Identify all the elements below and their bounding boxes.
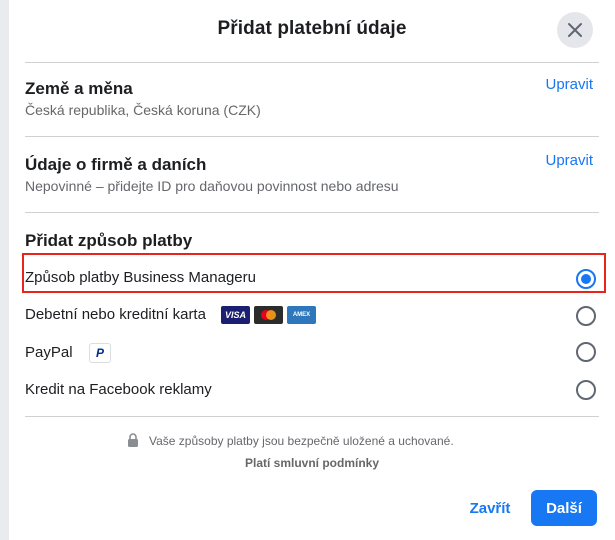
radio-paypal[interactable] <box>576 342 596 362</box>
dialog-header: Přidat platební údaje <box>9 0 615 62</box>
secure-storage-text: Vaše způsoby platby jsou bezpečně uložen… <box>149 434 454 448</box>
payment-option-label-paypal[interactable]: PayPal <box>25 344 73 361</box>
close-button[interactable] <box>557 12 593 48</box>
edit-country-link[interactable]: Upravit <box>545 76 593 93</box>
divider <box>25 136 599 137</box>
business-tax-title: Údaje o firmě a daních <box>25 155 207 174</box>
edit-business-link[interactable]: Upravit <box>545 152 593 169</box>
payment-option-label-ad-credit[interactable]: Kredit na Facebook reklamy <box>25 381 212 398</box>
dialog-title: Přidat platební údaje <box>217 18 407 39</box>
payment-option-label-card[interactable]: Debetní nebo kreditní karta <box>25 306 206 323</box>
mastercard-orange-circle <box>266 310 276 320</box>
next-button[interactable]: Další <box>531 490 597 526</box>
country-currency-value: Česká republika, Česká koruna (CZK) <box>25 102 261 118</box>
payment-option-label-business-manager[interactable]: Způsob platby Business Manageru <box>25 269 256 286</box>
paypal-icon: P <box>89 343 111 363</box>
radio-business-manager[interactable] <box>576 269 596 289</box>
divider <box>25 416 599 417</box>
add-payment-dialog: Přidat platební údaje Země a měna Česká … <box>9 0 615 540</box>
amex-icon: AMEX <box>287 306 316 324</box>
business-tax-subtitle: Nepovinné – přidejte ID pro daňovou povi… <box>25 178 399 194</box>
visa-icon: VISA <box>221 306 250 324</box>
country-currency-title: Země a měna <box>25 79 133 98</box>
mastercard-icon <box>254 306 283 324</box>
radio-selected-dot <box>581 274 591 284</box>
close-icon <box>568 23 582 37</box>
cancel-button[interactable]: Zavřít <box>461 490 519 526</box>
radio-card[interactable] <box>576 306 596 326</box>
add-payment-method-title: Přidat způsob platby <box>25 231 193 250</box>
header-divider <box>25 62 599 63</box>
divider <box>25 212 599 213</box>
radio-ad-credit[interactable] <box>576 380 596 400</box>
lock-icon <box>128 433 138 447</box>
terms-link[interactable]: Platí smluvní podmínky <box>9 456 615 470</box>
